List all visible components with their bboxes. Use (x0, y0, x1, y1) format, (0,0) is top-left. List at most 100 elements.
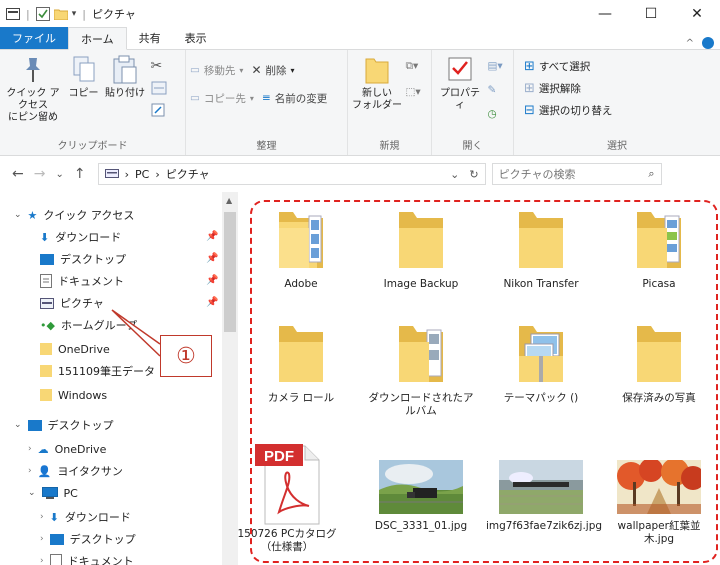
nav-item-windows[interactable]: Windows (40, 384, 107, 406)
move-to-button[interactable]: ▭ 移動先 ▾ (190, 60, 243, 80)
folder-icon (40, 365, 52, 377)
new-item-icon: ⧉▾ (405, 59, 419, 72)
folder-icon (40, 343, 52, 355)
desktop-icon (40, 253, 54, 265)
expand-chevron-icon[interactable]: ⌄ (14, 210, 22, 220)
copy-icon (73, 56, 94, 82)
delete-label: 削除 (265, 64, 287, 77)
open-button[interactable]: ▤▾ (488, 56, 503, 76)
ribbon-collapse-icon[interactable]: ^ (686, 38, 694, 49)
collapse-chevron-icon[interactable]: › (40, 534, 44, 544)
customize-toolbar-icon[interactable]: ▾ (72, 9, 77, 19)
nav-item-label: Windows (58, 388, 108, 402)
tab-file[interactable]: ファイル (0, 27, 68, 49)
minimize-button[interactable]: — (582, 0, 628, 28)
tab-view[interactable]: 表示 (173, 27, 219, 49)
scrollbar-thumb[interactable] (224, 212, 236, 332)
select-all-button[interactable]: ⊞ すべて選択 (524, 56, 612, 76)
nav-item-onedrive[interactable]: OneDrive (40, 338, 110, 360)
callout-label: ① (160, 335, 212, 377)
nav-desktop-pc[interactable]: ⌄ PC (28, 482, 78, 504)
paste-shortcut-icon (151, 103, 164, 117)
help-icon[interactable] (702, 37, 714, 49)
nav-item-downloads[interactable]: ⬇ ダウンロード (40, 226, 121, 248)
nav-item-label: デスクトップ (69, 533, 136, 546)
new-folder-icon[interactable] (53, 8, 68, 20)
maximize-button[interactable]: ☐ (628, 0, 674, 28)
pin-icon[interactable]: 📌 (206, 275, 218, 286)
quick-access-toolbar: | ▾ | (0, 7, 88, 21)
delete-button[interactable]: ✕ 削除 ▾ (251, 60, 294, 80)
new-folder-label: 新しい フォルダー (352, 88, 402, 111)
new-folder-button[interactable]: 新しい フォルダー (352, 54, 402, 112)
expand-chevron-icon[interactable]: ⌄ (28, 488, 36, 498)
scroll-up-icon[interactable]: ▲ (226, 196, 232, 205)
breadcrumb-separator: › (155, 167, 160, 181)
breadcrumb-pictures[interactable]: ピクチャ (166, 166, 210, 182)
cut-button[interactable]: ✂ (151, 56, 167, 76)
nav-desktop-user[interactable]: › 👤 ヨイタクサン (28, 460, 123, 482)
nav-desktop-root[interactable]: ⌄ デスクトップ (14, 414, 114, 436)
forward-button[interactable]: → (34, 166, 46, 182)
rename-icon: ≡ (261, 92, 271, 104)
pin-icon[interactable]: 📌 (206, 297, 218, 308)
tab-share[interactable]: 共有 (127, 27, 173, 49)
paste-button[interactable]: 貼り付け (105, 54, 145, 100)
nav-item-desktop[interactable]: デスクトップ (40, 248, 126, 270)
nav-item-documents[interactable]: ドキュメント (40, 270, 124, 292)
rename-button[interactable]: ≡ 名前の変更 (262, 88, 327, 108)
edit-button[interactable]: ✎ (488, 80, 503, 100)
nav-pc-documents[interactable]: › ドキュメント (40, 550, 134, 565)
nav-pc-desktop[interactable]: › デスクトップ (40, 528, 136, 550)
address-bar[interactable]: › PC › ピクチャ ⌄ ↻ (97, 163, 486, 185)
breadcrumb-pc[interactable]: PC (135, 168, 149, 181)
collapse-chevron-icon[interactable]: › (28, 466, 32, 476)
nav-item-label: 151109筆王データ (58, 365, 155, 378)
copy-path-icon (151, 81, 166, 95)
easy-access-button[interactable]: ⬚▾ (406, 82, 421, 102)
nav-pc-downloads[interactable]: › ⬇ ダウンロード (40, 506, 131, 528)
close-button[interactable]: ✕ (674, 0, 720, 28)
user-icon: 👤 (37, 464, 52, 478)
collapse-chevron-icon[interactable]: › (40, 512, 44, 522)
refresh-icon[interactable]: ↻ (469, 168, 478, 181)
nav-quick-access-label: クイック アクセス (43, 209, 135, 222)
download-arrow-icon: ⬇ (49, 510, 59, 524)
nav-desktop-onedrive[interactable]: › ☁ OneDrive (28, 438, 106, 460)
history-button[interactable]: ◷ (488, 104, 503, 124)
invert-selection-button[interactable]: ⊟ 選択の切り替え (524, 100, 612, 120)
nav-item-pictures[interactable]: ピクチャ (40, 292, 104, 314)
copy-button[interactable]: コピー (66, 54, 102, 100)
ribbon-tabs: ファイル ホーム 共有 表示 ^ (0, 27, 720, 50)
paste-shortcut-button[interactable] (151, 100, 167, 120)
address-dropdown-icon[interactable]: ⌄ (450, 168, 459, 181)
search-input[interactable]: ピクチャの検索 ⌕ (491, 163, 662, 185)
nav-quick-access[interactable]: ⌄ ★ クイック アクセス (14, 204, 134, 226)
search-icon[interactable]: ⌕ (648, 167, 660, 181)
up-button[interactable]: ↑ (74, 166, 86, 182)
group-clipboard: クイック アクセス にピン留め コピー 貼り付け ✂ クリップボード (0, 50, 186, 155)
select-all-icon: ⊞ (524, 58, 535, 74)
copy-to-button[interactable]: ▭ コピー先 ▾ (190, 88, 254, 108)
address-bar-row: ← → ⌄ ↑ › PC › ピクチャ ⌄ ↻ ピクチャの検索 ⌕ (0, 158, 720, 190)
nav-item-homegroup[interactable]: •◆ ホームグループ (40, 314, 137, 336)
tab-home[interactable]: ホーム (68, 27, 127, 50)
collapse-chevron-icon[interactable]: › (40, 556, 44, 565)
collapse-chevron-icon[interactable]: › (28, 444, 32, 454)
recent-locations-button[interactable]: ⌄ (55, 169, 63, 180)
window-menu-icon[interactable] (6, 8, 20, 20)
properties-button[interactable]: プロパティ (436, 54, 484, 112)
properties-check-icon[interactable] (35, 7, 50, 21)
copy-path-button[interactable] (151, 78, 167, 98)
back-button[interactable]: ← (12, 166, 24, 182)
select-none-button[interactable]: ⊞ 選択解除 (524, 78, 612, 98)
nav-item-fudeou[interactable]: 151109筆王データ (40, 360, 155, 382)
pin-icon[interactable]: 📌 (206, 253, 218, 264)
new-item-button[interactable]: ⧉▾ (406, 56, 421, 76)
nav-item-label: デスクトップ (60, 253, 126, 266)
group-new: 新しい フォルダー ⧉▾ ⬚▾ 新規 (348, 50, 432, 155)
pin-icon[interactable]: 📌 (206, 231, 218, 242)
pin-quick-access-button[interactable]: クイック アクセス にピン留め (4, 54, 62, 124)
invert-selection-label: 選択の切り替え (538, 104, 613, 117)
expand-chevron-icon[interactable]: ⌄ (14, 420, 22, 430)
